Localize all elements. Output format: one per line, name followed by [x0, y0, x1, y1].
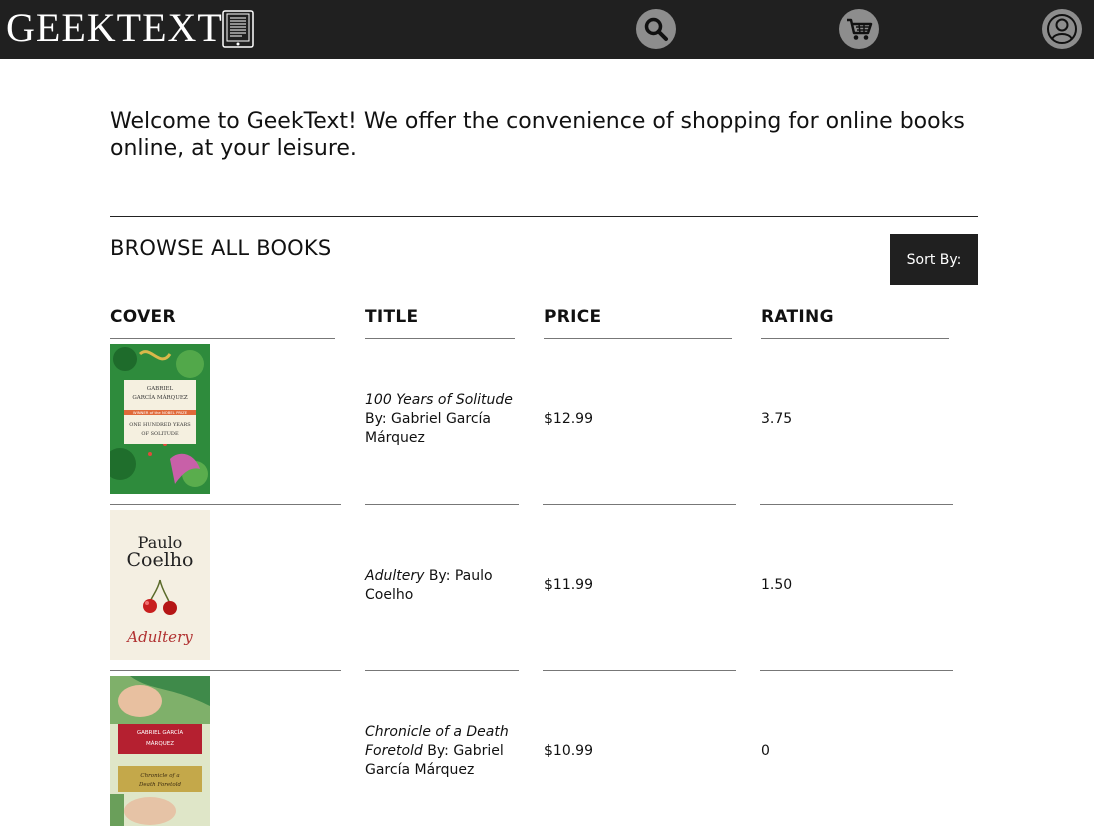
- header-underline: [761, 338, 949, 339]
- account-button[interactable]: [1042, 9, 1082, 49]
- cart-button[interactable]: [839, 9, 879, 49]
- book-price: $10.99: [544, 743, 593, 759]
- column-header-title[interactable]: TITLE: [365, 307, 418, 327]
- cover-art: Paulo Coelho Adultery: [110, 510, 210, 660]
- column-header-price[interactable]: PRICE: [544, 307, 601, 327]
- cover-text: GABRIEL: [147, 386, 174, 392]
- cart-icon: [847, 18, 873, 40]
- row-divider: [365, 504, 519, 505]
- book-rating: 1.50: [761, 577, 793, 593]
- row-divider: [760, 670, 953, 671]
- book-cover-chronicle[interactable]: GABRIEL GARCÍA MÁRQUEZ Chronicle of a De…: [110, 676, 210, 826]
- book-price: $12.99: [544, 411, 593, 427]
- user-icon: [1047, 14, 1077, 44]
- browse-heading: BROWSE ALL BOOKS: [110, 236, 332, 260]
- book-title-link[interactable]: 100 Years of Solitude: [365, 392, 513, 408]
- cover-text: WINNER of the NOBEL PRIZE: [133, 410, 188, 415]
- header-underline: [544, 338, 732, 339]
- cover-text: MÁRQUEZ: [146, 740, 174, 747]
- book-title-link[interactable]: Adultery: [365, 568, 424, 584]
- row-divider: [760, 504, 953, 505]
- site-logo[interactable]: GEEKTEXT: [6, 6, 223, 50]
- row-divider: [365, 670, 519, 671]
- book-icon: [222, 10, 254, 48]
- column-header-rating[interactable]: RATING: [761, 307, 834, 327]
- cover-text: Coelho: [127, 549, 194, 571]
- book-title-cell: Chronicle of a Death Foretold By: Gabrie…: [365, 723, 525, 780]
- search-icon: [644, 17, 668, 41]
- row-divider: [110, 504, 341, 505]
- cover-art: GABRIEL GARCÍA MÁRQUEZ Chronicle of a De…: [110, 676, 210, 826]
- book-title-cell: Adultery By: Paulo Coelho: [365, 567, 525, 605]
- row-divider: [110, 670, 341, 671]
- cover-text: ONE HUNDRED YEARS: [129, 422, 191, 428]
- top-navbar: GEEKTEXT: [0, 0, 1094, 59]
- book-rating: 3.75: [761, 411, 793, 427]
- row-divider: [543, 670, 736, 671]
- header-underline: [365, 338, 515, 339]
- book-author: By: Gabriel García Márquez: [365, 411, 491, 446]
- section-divider: [110, 216, 978, 217]
- cover-text: Chronicle of a: [140, 773, 179, 779]
- sort-by-button[interactable]: Sort By:: [890, 234, 978, 285]
- book-cover-100-years[interactable]: GABRIEL GARCÍA MÁRQUEZ WINNER of the NOB…: [110, 344, 210, 494]
- search-button[interactable]: [636, 9, 676, 49]
- row-divider: [543, 504, 736, 505]
- cover-art: GABRIEL GARCÍA MÁRQUEZ WINNER of the NOB…: [110, 344, 210, 494]
- book-price: $11.99: [544, 577, 593, 593]
- cover-text: GABRIEL GARCÍA: [137, 729, 184, 736]
- book-title-cell: 100 Years of Solitude By: Gabriel García…: [365, 391, 525, 448]
- cover-text: GARCÍA MÁRQUEZ: [132, 394, 188, 401]
- cover-text: OF SOLITUDE: [141, 431, 179, 437]
- book-rating: 0: [761, 743, 770, 759]
- header-underline: [110, 338, 335, 339]
- welcome-message: Welcome to GeekText! We offer the conven…: [110, 109, 965, 161]
- cover-text: Death Foretold: [138, 782, 181, 788]
- book-cover-adultery[interactable]: Paulo Coelho Adultery: [110, 510, 210, 660]
- cover-text: Adultery: [125, 628, 193, 646]
- column-header-cover: COVER: [110, 307, 176, 327]
